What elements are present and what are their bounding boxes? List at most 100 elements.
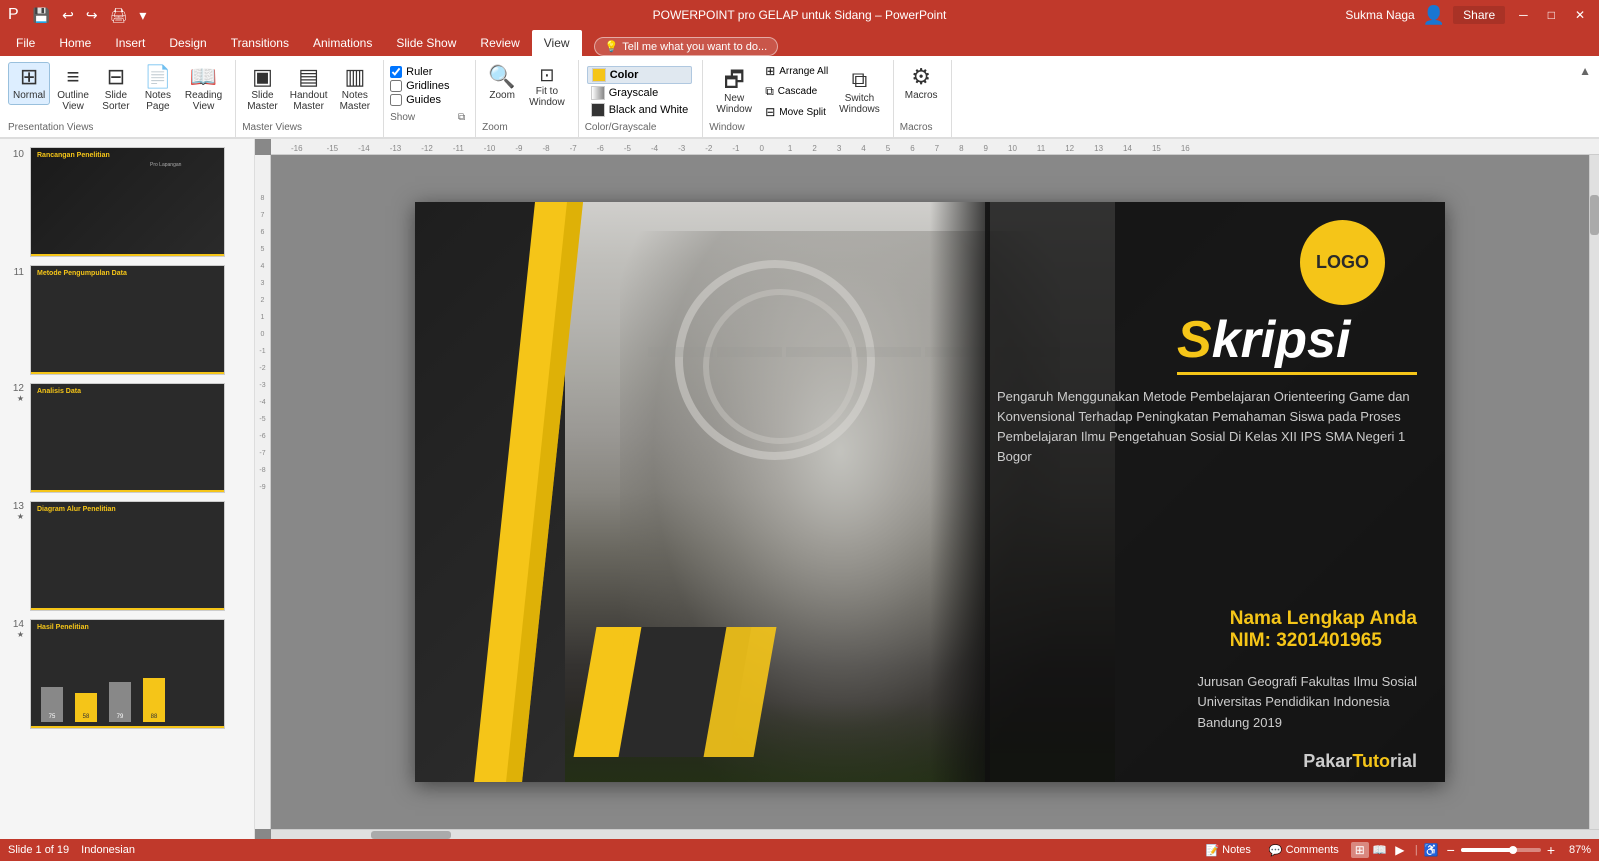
reading-view-icon-status[interactable]: 📖 bbox=[1371, 842, 1389, 858]
zoom-plus-btn[interactable]: + bbox=[1545, 842, 1557, 858]
show-expand-btn[interactable]: ⧉ bbox=[456, 110, 467, 125]
switch-windows-btn[interactable]: ⧉ SwitchWindows bbox=[834, 65, 885, 119]
slide-sorter-btn[interactable]: ⊟ SlideSorter bbox=[96, 62, 136, 116]
slide-item-14[interactable]: 14 ★ Hasil Penelitian 75 58 79 bbox=[0, 615, 254, 733]
lightbulb-icon: 💡 bbox=[605, 40, 619, 53]
guides-checkbox[interactable] bbox=[390, 94, 402, 106]
ribbon-collapse-btn[interactable]: ▲ bbox=[1575, 60, 1595, 82]
slide-item-11[interactable]: 11 Metode Pengumpulan Data bbox=[0, 261, 254, 379]
zoom-slider[interactable] bbox=[1461, 848, 1541, 852]
zoom-control: − + 87% bbox=[1445, 842, 1591, 858]
tab-slideshow[interactable]: Slide Show bbox=[384, 30, 468, 56]
new-window-btn[interactable]: 🗗 NewWindow bbox=[709, 65, 759, 119]
save-qat-btn[interactable]: 💾 bbox=[29, 5, 54, 26]
slide-canvas: LOGO S kripsi Pengar bbox=[271, 155, 1589, 829]
group-show: Ruler Gridlines Guides Show ⧉ bbox=[386, 60, 476, 137]
tell-me-box[interactable]: 💡 Tell me what you want to do... bbox=[594, 37, 779, 56]
share-button[interactable]: Share bbox=[1453, 6, 1505, 24]
tab-view[interactable]: View bbox=[532, 30, 582, 56]
tab-insert[interactable]: Insert bbox=[103, 30, 157, 56]
status-right: 📝 Notes 💬 Comments ⊞ 📖 ▶ | ♿ − + 87% bbox=[1199, 842, 1591, 858]
notes-master-btn[interactable]: ▥ NotesMaster bbox=[335, 62, 376, 116]
guides-label: Guides bbox=[406, 94, 441, 106]
title-bar: P 💾 ↩ ↪ 🖨 ▾ POWERPOINT pro GELAP untuk S… bbox=[0, 0, 1599, 30]
outline-view-btn[interactable]: ≡ OutlineView bbox=[52, 62, 94, 116]
scrollbar-thumb-h[interactable] bbox=[371, 831, 451, 839]
slide-master-btn[interactable]: ▣ SlideMaster bbox=[242, 62, 283, 116]
powerpoint-logo: P bbox=[8, 6, 19, 24]
slide-num-star-12: 12 ★ bbox=[6, 383, 24, 403]
close-btn[interactable]: ✕ bbox=[1569, 6, 1591, 24]
notes-status-btn[interactable]: 📝 Notes bbox=[1199, 843, 1256, 858]
show-group-label: Show bbox=[390, 112, 415, 125]
color-option[interactable]: Color bbox=[587, 66, 692, 84]
comments-status-btn[interactable]: 💬 Comments bbox=[1263, 843, 1345, 858]
tab-animations[interactable]: Animations bbox=[301, 30, 384, 56]
gridlines-checkbox[interactable] bbox=[390, 80, 402, 92]
slide-master-icon: ▣ bbox=[252, 66, 273, 88]
zoom-btn[interactable]: 🔍 Zoom bbox=[482, 62, 522, 105]
slideshow-view-icon[interactable]: ▶ bbox=[1391, 842, 1409, 858]
slide-master-label: SlideMaster bbox=[247, 90, 278, 112]
reading-view-btn[interactable]: 📖 ReadingView bbox=[180, 62, 227, 116]
macros-btn[interactable]: ⚙ Macros bbox=[900, 62, 943, 105]
undo-qat-btn[interactable]: ↩ bbox=[58, 5, 78, 26]
ribbon-tabs: File Home Insert Design Transitions Anim… bbox=[0, 30, 1599, 56]
move-split-btn[interactable]: ⊟ Move Split bbox=[761, 103, 832, 121]
tab-home[interactable]: Home bbox=[47, 30, 103, 56]
accessibility-icon[interactable]: ♿ bbox=[1424, 843, 1439, 857]
ruler-checkbox[interactable] bbox=[390, 66, 402, 78]
macros-group-bottom: Macros bbox=[900, 122, 943, 135]
scrollbar-vertical[interactable] bbox=[1589, 155, 1599, 829]
zoom-percent[interactable]: 87% bbox=[1561, 844, 1591, 856]
normal-view-btn[interactable]: ⊞ Normal bbox=[8, 62, 50, 105]
grayscale-option[interactable]: Grayscale bbox=[587, 85, 692, 101]
ruler-checkbox-item[interactable]: Ruler bbox=[390, 66, 467, 78]
gridlines-checkbox-item[interactable]: Gridlines bbox=[390, 80, 467, 92]
brand-text: PakarTutorial bbox=[1303, 751, 1417, 772]
slide-thumb-14: Hasil Penelitian 75 58 79 88 bbox=[30, 619, 225, 729]
scrollbar-horizontal[interactable] bbox=[271, 829, 1599, 839]
tab-transitions[interactable]: Transitions bbox=[219, 30, 301, 56]
switch-windows-icon: ⧉ bbox=[852, 69, 868, 91]
title-rest: kripsi bbox=[1212, 310, 1351, 370]
tab-file[interactable]: File bbox=[4, 30, 47, 56]
slide-thumb-10: Rancangan Penelitian Pro Lapangan bbox=[30, 147, 225, 257]
slide-item-10[interactable]: 10 Rancangan Penelitian Pro Lapangan bbox=[0, 143, 254, 261]
skripsi-title: S kripsi bbox=[1177, 310, 1417, 370]
slide-thumb-11: Metode Pengumpulan Data bbox=[30, 265, 225, 375]
zoom-minus-btn[interactable]: − bbox=[1445, 842, 1457, 858]
customize-qat-btn[interactable]: ▾ bbox=[135, 5, 150, 26]
handout-master-btn[interactable]: ▤ HandoutMaster bbox=[285, 62, 333, 116]
zoom-thumb[interactable] bbox=[1509, 846, 1517, 854]
slide-item-13[interactable]: 13 ★ Diagram Alur Penelitian bbox=[0, 497, 254, 615]
scrollbar-thumb-v[interactable] bbox=[1590, 195, 1599, 235]
slide-item-12[interactable]: 12 ★ Analisis Data bbox=[0, 379, 254, 497]
nim-text: NIM: 3201401965 bbox=[1230, 630, 1417, 652]
group-macros: ⚙ Macros Macros bbox=[896, 60, 952, 137]
cascade-btn[interactable]: ⧉ Cascade bbox=[761, 82, 832, 101]
bw-label: Black and White bbox=[609, 104, 688, 116]
title-bar-right: Sukma Naga 👤 Share ─ □ ✕ bbox=[1345, 5, 1591, 26]
guides-checkbox-item[interactable]: Guides bbox=[390, 94, 467, 106]
minimize-btn[interactable]: ─ bbox=[1513, 6, 1534, 24]
new-window-label: NewWindow bbox=[716, 93, 752, 115]
quick-access-toolbar: 💾 ↩ ↪ 🖨 ▾ bbox=[25, 5, 155, 26]
tab-design[interactable]: Design bbox=[157, 30, 218, 56]
redo-qat-btn[interactable]: ↪ bbox=[82, 5, 102, 26]
main-slide: LOGO S kripsi Pengar bbox=[415, 202, 1445, 782]
notes-page-btn[interactable]: 📄 NotesPage bbox=[138, 62, 178, 116]
color-group-bottom: Color/Grayscale bbox=[585, 122, 694, 135]
tab-review[interactable]: Review bbox=[468, 30, 531, 56]
macros-icon: ⚙ bbox=[911, 66, 931, 88]
notes-master-icon: ▥ bbox=[344, 66, 365, 88]
slide-panel: 10 Rancangan Penelitian Pro Lapangan 11 … bbox=[0, 139, 255, 839]
fit-window-label: Fit toWindow bbox=[529, 86, 565, 108]
arrange-all-btn[interactable]: ⊞ Arrange All bbox=[761, 62, 832, 80]
normal-view-icon[interactable]: ⊞ bbox=[1351, 842, 1369, 858]
maximize-btn[interactable]: □ bbox=[1542, 6, 1561, 24]
fit-to-window-btn[interactable]: ⊡ Fit toWindow bbox=[524, 62, 570, 112]
normal-icon: ⊞ bbox=[20, 66, 38, 88]
bw-option[interactable]: Black and White bbox=[587, 102, 692, 118]
print-qat-btn[interactable]: 🖨 bbox=[106, 5, 132, 26]
